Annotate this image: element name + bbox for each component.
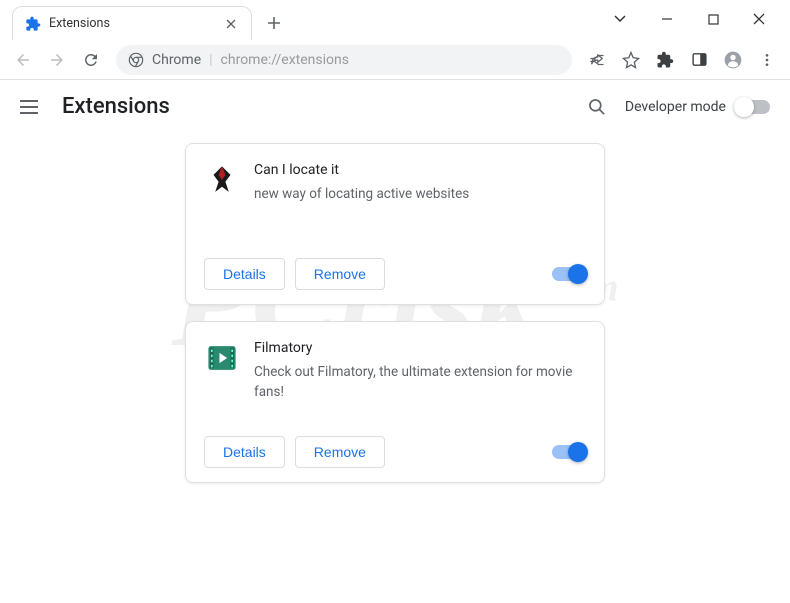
extension-card: Filmatory Check out Filmatory, the ultim…	[185, 321, 605, 483]
remove-button[interactable]: Remove	[295, 258, 385, 290]
page-title: Extensions	[62, 94, 170, 119]
enable-toggle[interactable]	[552, 445, 586, 459]
kebab-menu-icon[interactable]	[752, 45, 782, 75]
details-button[interactable]: Details	[204, 258, 285, 290]
extension-card: Can I locate it new way of locating acti…	[185, 143, 605, 305]
minimize-button[interactable]	[644, 0, 690, 38]
developer-mode-label: Developer mode	[625, 99, 726, 115]
remove-button[interactable]: Remove	[295, 436, 385, 468]
tabs-dropdown-icon[interactable]	[608, 0, 632, 38]
close-window-button[interactable]	[736, 0, 782, 38]
back-button[interactable]	[8, 45, 38, 75]
puzzle-icon	[25, 16, 41, 32]
sidepanel-icon[interactable]	[684, 45, 714, 75]
hamburger-menu-icon[interactable]	[20, 95, 44, 119]
share-icon[interactable]	[582, 45, 612, 75]
address-separator: |	[209, 52, 212, 68]
reload-button[interactable]	[76, 45, 106, 75]
new-tab-button[interactable]	[260, 9, 288, 37]
extension-name: Filmatory	[254, 340, 586, 356]
address-bar[interactable]: Chrome | chrome://extensions	[116, 45, 572, 75]
browser-tab[interactable]: Extensions	[12, 6, 252, 40]
bookmark-icon[interactable]	[616, 45, 646, 75]
tab-strip: Extensions	[12, 6, 288, 40]
extension-icon	[204, 340, 240, 376]
extension-description: Check out Filmatory, the ultimate extens…	[254, 362, 586, 403]
close-tab-icon[interactable]	[223, 16, 239, 32]
extension-list: Can I locate it new way of locating acti…	[0, 137, 790, 489]
forward-button[interactable]	[42, 45, 72, 75]
browser-toolbar: Chrome | chrome://extensions	[0, 40, 790, 80]
chrome-icon	[128, 52, 144, 68]
address-origin-label: Chrome	[152, 52, 201, 68]
page-header: Extensions Developer mode	[0, 80, 790, 137]
extension-name: Can I locate it	[254, 162, 586, 178]
search-icon[interactable]	[585, 95, 609, 119]
maximize-button[interactable]	[690, 0, 736, 38]
enable-toggle[interactable]	[552, 267, 586, 281]
tab-title: Extensions	[49, 16, 223, 31]
extension-description: new way of locating active websites	[254, 184, 586, 204]
address-url: chrome://extensions	[221, 52, 349, 68]
details-button[interactable]: Details	[204, 436, 285, 468]
extensions-icon[interactable]	[650, 45, 680, 75]
extension-icon	[204, 162, 240, 198]
profile-icon[interactable]	[718, 45, 748, 75]
developer-mode-toggle[interactable]	[736, 100, 770, 114]
